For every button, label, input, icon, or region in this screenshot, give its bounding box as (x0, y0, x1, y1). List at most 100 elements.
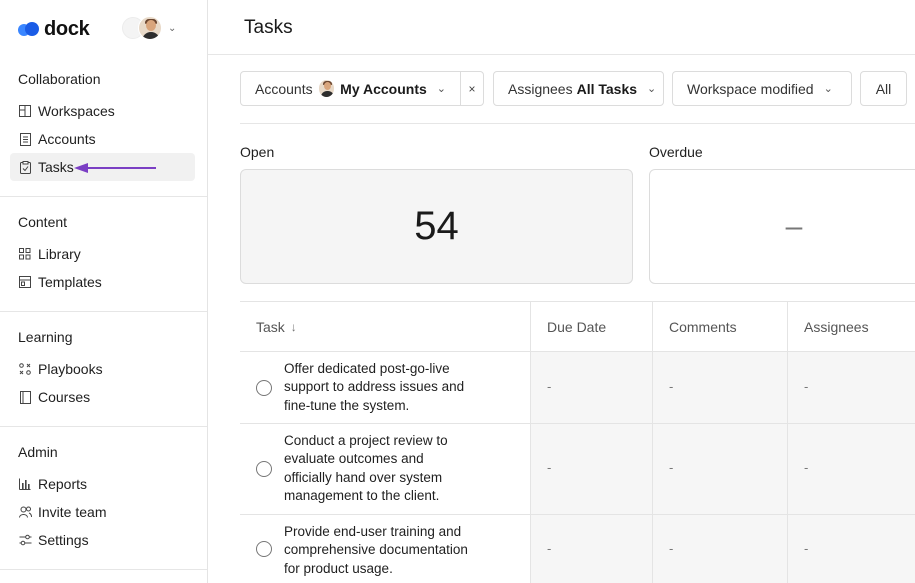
column-header-assignees[interactable]: Assignees (788, 302, 915, 352)
task-title-line: Conduct a project review to (284, 433, 448, 448)
column-header-label: Task (256, 319, 285, 335)
sidebar-divider (0, 311, 207, 312)
assignees-filter-value: All Tasks (576, 80, 638, 97)
assignees-value: - (804, 541, 809, 556)
templates-icon (18, 275, 32, 289)
main-content: Tasks Accounts My Accounts ⌄ × Assignees… (208, 0, 915, 583)
my-accounts-avatar (318, 80, 335, 97)
sidebar-item-workspaces[interactable]: Workspaces (10, 97, 195, 125)
sort-arrow-down-icon: ↓ (290, 320, 297, 334)
library-grid-icon (18, 247, 32, 261)
all-filter-button[interactable]: All (860, 71, 907, 106)
sidebar-item-accounts[interactable]: Accounts (10, 125, 195, 153)
column-header-comments[interactable]: Comments (653, 302, 787, 352)
table-row[interactable]: Provide end-user training and comprehens… (240, 515, 915, 583)
sidebar-item-settings[interactable]: Settings (10, 526, 195, 554)
assignees-filter-label: Assignees (508, 80, 573, 97)
task-title-line: evaluate outcomes and (284, 451, 424, 467)
accounts-filter-value: My Accounts (340, 80, 427, 97)
overdue-tasks-count: – (785, 209, 803, 243)
table-row[interactable]: Offer dedicated post-go-live support to … (240, 352, 915, 424)
accounts-filter-dropdown[interactable]: Accounts My Accounts ⌄ (240, 71, 461, 106)
clear-accounts-filter-button[interactable]: × (460, 71, 484, 106)
assignees-filter-dropdown[interactable]: Assignees All Tasks ⌄ (493, 71, 664, 106)
courses-book-icon (18, 390, 32, 404)
task-title-line: support to address issues and (284, 379, 465, 395)
sidebar-item-label: Playbooks (38, 361, 103, 377)
chevron-down-icon: ⌄ (647, 83, 657, 95)
sidebar-divider (0, 196, 207, 197)
task-title-line: officially hand over system (284, 469, 443, 485)
comments-value: - (669, 541, 674, 556)
column-header-task[interactable]: Task ↓ (240, 302, 530, 352)
user-avatar (138, 16, 162, 40)
table-row[interactable]: Conduct a project review to evaluate out… (240, 424, 915, 515)
column-divider (530, 515, 531, 583)
task-title-line: fine-tune the system. (284, 397, 410, 413)
column-divider (787, 352, 788, 424)
sidebar-item-invite-team[interactable]: Invite team (10, 498, 195, 526)
header-divider (208, 54, 915, 55)
task-complete-radio[interactable] (256, 461, 272, 477)
sidebar-item-courses[interactable]: Courses (10, 383, 195, 411)
dock-logo[interactable]: dock (18, 17, 90, 41)
open-stat-label: Open (240, 144, 275, 160)
column-divider (652, 352, 653, 424)
overdue-tasks-card[interactable]: – (649, 169, 915, 284)
column-divider (787, 424, 788, 515)
sidebar-item-label: Settings (38, 532, 89, 548)
sidebar-item-label: Invite team (38, 504, 107, 520)
sidebar-item-label: Tasks (38, 159, 74, 175)
invite-team-users-icon (18, 505, 32, 519)
task-title-line: management to the client. (284, 487, 440, 503)
task-title[interactable]: Provide end-user training and comprehens… (284, 523, 489, 578)
column-divider (530, 352, 531, 424)
nav-heading-learning: Learning (18, 329, 73, 345)
sort-label: Workspace modified (687, 80, 814, 97)
due-date-value: - (547, 379, 552, 394)
brand-name: dock (44, 17, 90, 40)
task-complete-radio[interactable] (256, 380, 272, 396)
tasks-table: Task ↓ Due Date Comments Assignees Offer… (240, 301, 915, 583)
chevron-down-icon: ⌄ (436, 83, 446, 95)
due-date-value: - (547, 541, 552, 556)
column-header-label: Assignees (804, 319, 869, 335)
nav-heading-content: Content (18, 214, 68, 230)
accounts-icon (18, 132, 32, 146)
reports-bar-chart-icon (18, 477, 32, 491)
column-header-label: Due Date (547, 319, 607, 335)
sidebar: dock ⌄ Collaboration Workspaces Accounts… (0, 0, 208, 583)
sidebar-item-label: Accounts (38, 131, 96, 147)
column-header-label: Comments (669, 319, 737, 335)
sidebar-item-label: Reports (38, 476, 88, 492)
sidebar-item-templates[interactable]: Templates (10, 268, 195, 296)
column-divider (787, 515, 788, 583)
nav-heading-collaboration: Collaboration (18, 71, 101, 87)
accounts-filter-label: Accounts (255, 80, 313, 97)
open-tasks-card[interactable]: 54 (240, 169, 633, 284)
column-divider (652, 424, 653, 515)
column-divider (652, 302, 653, 352)
sidebar-divider (0, 569, 207, 570)
overdue-stat-label: Overdue (649, 144, 703, 160)
annotation-arrow-icon (74, 163, 156, 173)
user-switcher[interactable]: ⌄ (122, 16, 176, 40)
sidebar-item-library[interactable]: Library (10, 240, 195, 268)
task-complete-radio[interactable] (256, 541, 272, 557)
dock-logo-icon (18, 22, 40, 36)
comments-value: - (669, 379, 674, 394)
sidebar-divider (0, 426, 207, 427)
column-divider (652, 515, 653, 583)
playbooks-icon (18, 362, 32, 376)
task-title[interactable]: Conduct a project review to evaluate out… (284, 432, 489, 505)
task-title-line: Provide end-user training and (284, 524, 462, 539)
sidebar-item-reports[interactable]: Reports (10, 470, 195, 498)
settings-sliders-icon (18, 533, 32, 547)
sidebar-item-label: Library (38, 246, 81, 262)
sidebar-item-playbooks[interactable]: Playbooks (10, 355, 195, 383)
workspace-modified-sort-dropdown[interactable]: Workspace modified ⌄ (672, 71, 852, 106)
task-title[interactable]: Offer dedicated post-go-live support to … (284, 360, 489, 415)
column-header-due-date[interactable]: Due Date (531, 302, 652, 352)
nav-heading-admin: Admin (18, 444, 58, 460)
task-title-line: comprehensive documentation (284, 542, 468, 558)
